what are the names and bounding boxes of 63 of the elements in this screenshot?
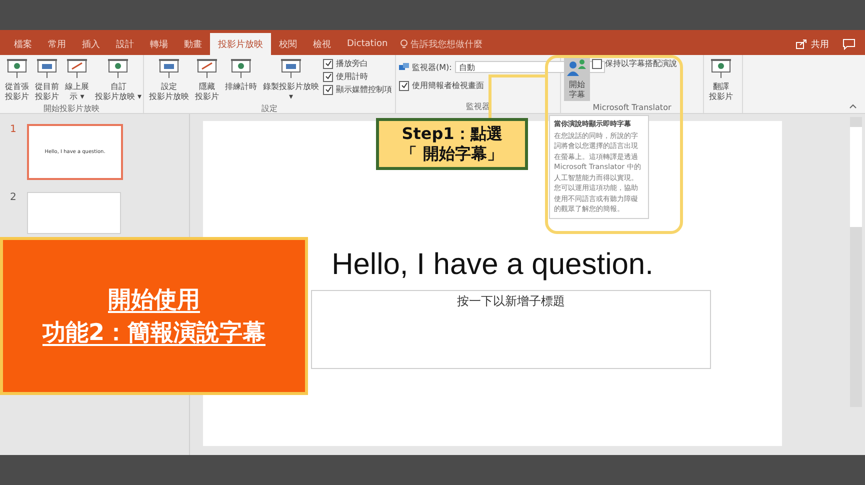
ribbon-tab[interactable]: 檔案 (6, 33, 40, 55)
comment-icon[interactable] (843, 38, 855, 50)
slide-number: 1 (10, 124, 18, 137)
ribbon-tab[interactable]: 設計 (108, 33, 142, 55)
connector-line (488, 74, 547, 120)
slide-title[interactable]: Hello, I have a question. (332, 248, 654, 282)
ribbon-button[interactable]: 開始 字幕 (564, 57, 590, 101)
group-label: 監視器 (465, 101, 491, 113)
slideshow-icon (36, 58, 58, 80)
ribbon-button[interactable]: 錄製投影片放映 ▾ (261, 57, 321, 103)
ribbon-button[interactable]: 設定 投影片放映 (147, 57, 191, 103)
checkbox-label: 保持以字幕搭配演說 (605, 58, 677, 69)
slideshow-icon (280, 58, 302, 80)
ribbon-button[interactable]: 線上展 示 ▾ (63, 57, 91, 103)
share-icon (796, 39, 807, 49)
group-label: 設定 (260, 103, 278, 115)
search-field[interactable]: 告訴我您想做什麼 (410, 38, 483, 50)
checkbox[interactable] (323, 72, 333, 82)
scrollbar[interactable] (850, 117, 862, 407)
ribbon-button[interactable]: 排練計時 (223, 57, 259, 93)
callout-heading: 開始使用 (108, 286, 200, 315)
ribbon-tab[interactable]: 投影片放映 (210, 33, 271, 55)
slideshow-icon (107, 58, 130, 80)
slideshow-icon (196, 58, 218, 80)
ribbon-button[interactable]: 自訂 投影片放映 ▾ (93, 57, 144, 103)
ribbon-button[interactable]: 翻譯 投影片 (707, 57, 735, 103)
monitor-icon (399, 63, 409, 71)
checkbox-label: 使用計時 (336, 71, 368, 82)
checkbox-label: 使用簡報者檢視畫面 (412, 80, 484, 91)
ribbon-tab[interactable]: 檢視 (305, 33, 339, 55)
collapse-icon[interactable] (849, 104, 857, 109)
slideshow-icon (710, 58, 732, 80)
ribbon-button[interactable]: 隱藏 投影片 (193, 57, 221, 103)
ribbon-tab[interactable]: 轉場 (142, 33, 176, 55)
slideshow-icon (6, 58, 28, 80)
checkbox[interactable] (323, 58, 333, 68)
share-button[interactable]: 共用 (796, 38, 829, 50)
lightbulb-icon (400, 39, 408, 49)
slideshow-icon (230, 58, 252, 80)
ribbon-tab[interactable]: 動畫 (176, 33, 210, 55)
ribbon-tab[interactable]: 插入 (74, 33, 108, 55)
slideshow-icon (158, 58, 180, 80)
monitor-label: 監視器(M): (412, 62, 452, 72)
slide-thumbnail[interactable] (27, 192, 121, 234)
ribbon-tab[interactable]: 校閱 (271, 33, 305, 55)
callout-text: 「 開始字幕」 (401, 144, 503, 164)
checkbox[interactable] (399, 80, 409, 90)
ribbon-button[interactable]: 從首張 投影片 (3, 57, 31, 103)
slideshow-icon (66, 58, 88, 80)
callout-heading: 功能2：簡報演說字幕 (42, 319, 266, 348)
callout-text: Step1：點選 (402, 124, 502, 144)
checkbox[interactable] (323, 84, 333, 94)
checkbox-label: 顯示媒體控制項 (336, 84, 392, 95)
ribbon-button[interactable]: 從目前 投影片 (33, 57, 61, 103)
checkbox[interactable] (592, 58, 602, 68)
group-label: Microsoft Translator (592, 103, 672, 113)
checkbox-label: 播放旁白 (336, 58, 368, 69)
people-icon (566, 58, 588, 78)
slide-number: 2 (10, 192, 18, 205)
subtitle-placeholder[interactable]: 按一下以新增子標題 (311, 290, 711, 369)
group-label: 開始投影片放映 (42, 103, 100, 115)
ribbon-tab[interactable]: 常用 (40, 33, 74, 55)
ribbon-tab[interactable]: Dictation (339, 33, 396, 55)
